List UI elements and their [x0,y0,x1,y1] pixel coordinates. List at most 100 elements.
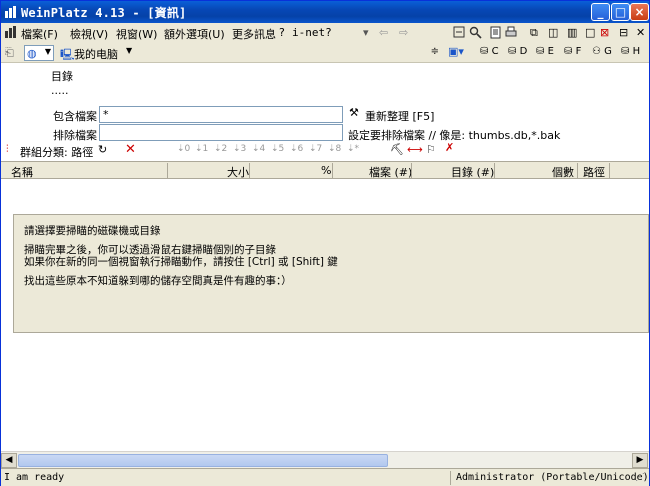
col-name[interactable]: 名稱 [11,164,33,180]
maximize-button[interactable]: □ [611,3,630,21]
status-bar: I am ready Administrator (Portable/Unico… [1,468,649,486]
level-0-button[interactable]: ⇣0 [177,144,190,154]
group-icon: ⫶ [6,144,9,155]
drive-d-button[interactable]: ⛁ D [508,46,527,57]
tile-vertical-icon[interactable]: ◫ [548,26,558,39]
group-by-label[interactable]: 群組分類: 路徑 [20,144,93,160]
close-button[interactable]: × [630,3,649,21]
drive-c-button[interactable]: ⛁ C [480,46,499,57]
exclude-files-input[interactable] [99,124,343,141]
col-divider[interactable] [494,163,495,178]
info-line: 找出這些原本不知道躲到哪的儲存空間真是件有趣的事：） [24,275,292,287]
dir-value: ..... [51,84,69,97]
chevron-down-icon[interactable]: ▾ [363,26,369,39]
refresh-icon[interactable]: ↻ [98,143,107,156]
delete-icon[interactable]: ✕ [125,142,136,157]
print-icon[interactable] [505,26,517,39]
menu-inet[interactable]: i-net? [292,26,332,39]
col-count[interactable]: 個數 [552,164,574,180]
include-files-label: 包含檔案 [53,110,97,123]
view-mode-combo[interactable]: ◍ ▼ [24,45,54,61]
col-divider[interactable] [167,163,168,178]
app-icon [5,6,16,18]
tile-horizontal-icon[interactable]: ▥ [567,26,577,39]
drive-f-button[interactable]: ⛁ F [564,46,581,57]
scroll-left-button[interactable]: ◀ [1,453,17,468]
level-all-button[interactable]: ⇣* [347,144,359,154]
status-divider [450,471,451,485]
level-2-button[interactable]: ⇣2 [214,144,227,154]
level-1-button[interactable]: ⇣1 [195,144,208,154]
mdi-close-icon[interactable]: ✕ [636,26,645,39]
chevron-down-icon: ▼ [126,46,133,55]
info-line: 請選擇要掃瞄的磁碟機或目錄 [24,225,161,237]
title-bar[interactable]: WeinPlatz 4.13 - [資訊] _ □ × [1,1,649,23]
refresh-tool-icon[interactable]: ⚒ [349,106,359,119]
menu-window[interactable]: 視窗(W) [116,26,157,42]
up-folder-icon[interactable]: ⎗ [5,46,14,60]
drive-bar: ⛁ C ⛁ D ⛁ E ⛁ F ⚇ G ⛁ H [476,46,648,60]
col-files[interactable]: 檔案 (#) [369,164,412,180]
menu-help[interactable]: ? [279,26,285,39]
menu-view[interactable]: 檢視(V) [70,26,108,42]
location-combo[interactable]: 🖳 我的电脑 ▼ ≑ [58,45,441,61]
location-dropdown-icon[interactable]: ≑ [431,46,439,57]
info-box: 請選擇要掃瞄的磁碟機或目錄 掃瞄完畢之後，你可以透過滑鼠右鍵掃瞄個別的子目錄 如… [13,214,649,333]
col-dirs[interactable]: 目錄 (#) [451,164,494,180]
status-text: I am ready [4,472,65,483]
col-divider[interactable] [332,163,333,178]
clean-icon[interactable]: ⛏ [390,143,404,156]
col-path[interactable]: 路徑 [583,164,605,180]
drive-h-button[interactable]: ⛁ H [621,46,640,57]
collapse-icon[interactable]: ⚐ [426,143,436,156]
level-7-button[interactable]: ⇣7 [309,144,322,154]
report-icon[interactable] [490,26,502,39]
col-divider[interactable] [411,163,412,178]
level-3-button[interactable]: ⇣3 [233,144,246,154]
app-menu-icon[interactable] [4,26,18,39]
col-percent[interactable]: % [321,164,331,177]
menu-file[interactable]: 檔案(F) [21,26,58,42]
dir-label: 目錄 [51,70,73,83]
horizontal-scrollbar[interactable]: ◀ ▶ [1,451,649,468]
col-divider[interactable] [249,163,250,178]
include-files-input[interactable]: * [99,106,343,123]
expand-icon[interactable]: ⟷ [407,143,423,156]
resize-grip-icon[interactable]: ⋰ [635,472,645,483]
search-icon[interactable] [469,26,483,39]
group-toolbar: ⫶ 群組分類: 路徑 ↻ ✕ ⇣0 ⇣1 ⇣2 ⇣3 ⇣4 ⇣5 ⇣6 ⇣7 ⇣… [1,141,649,161]
menu-more-info[interactable]: 更多訊息 [232,26,276,42]
address-toolbar: ⎗ ◍ ▼ 🖳 我的电脑 ▼ ≑ ▣▾ ⛁ C ⛁ D ⛁ E ⛁ F ⚇ G … [1,43,649,63]
list-header: 名稱 大小 % 檔案 (#) 目錄 (#) 個數 路徑 [1,161,649,179]
col-size[interactable]: 大小 [227,164,249,180]
drive-g-button[interactable]: ⚇ G [592,46,612,57]
info-line: 如果你在新的同一個視窗執行掃瞄動作，請按住 [Ctrl] 或 [Shift] 鍵 [24,256,338,268]
level-4-button[interactable]: ⇣4 [252,144,265,154]
col-divider[interactable] [609,163,610,178]
minimize-button[interactable]: _ [591,3,610,21]
location-label: 我的电脑 [74,48,118,61]
col-divider[interactable] [577,163,578,178]
windows-icon[interactable]: ⧉ [530,26,538,40]
chevron-down-icon: ▼ [44,47,51,56]
remove-icon[interactable]: ✗ [445,141,454,154]
close-window-icon[interactable]: ⊠ [600,26,609,39]
drive-list-icon[interactable]: ▣▾ [448,45,464,58]
scroll-right-button[interactable]: ▶ [632,453,648,468]
window-title: WeinPlatz 4.13 - [資訊] [21,6,187,20]
close-all-icon[interactable]: ⊟ [619,26,628,39]
refresh-button[interactable]: 重新整理 [F5] [365,108,434,124]
globe-icon: ◍ [27,47,37,60]
forward-icon[interactable]: ⇨ [399,26,408,39]
level-8-button[interactable]: ⇣8 [328,144,341,154]
scroll-thumb[interactable] [18,454,388,467]
level-5-button[interactable]: ⇣5 [271,144,284,154]
drive-e-button[interactable]: ⛁ E [536,46,554,57]
level-6-button[interactable]: ⇣6 [290,144,303,154]
menu-extra-options[interactable]: 額外選項(U) [164,26,225,42]
back-icon[interactable]: ⇦ [379,26,388,39]
window-single-icon[interactable]: □ [585,26,595,39]
scan-icon[interactable] [453,26,467,39]
menu-bar: 檔案(F) 檢視(V) 視窗(W) 額外選項(U) 更多訊息 ? i-net? … [1,23,649,43]
app-window: WeinPlatz 4.13 - [資訊] _ □ × 檔案(F) 檢視(V) … [0,0,650,486]
